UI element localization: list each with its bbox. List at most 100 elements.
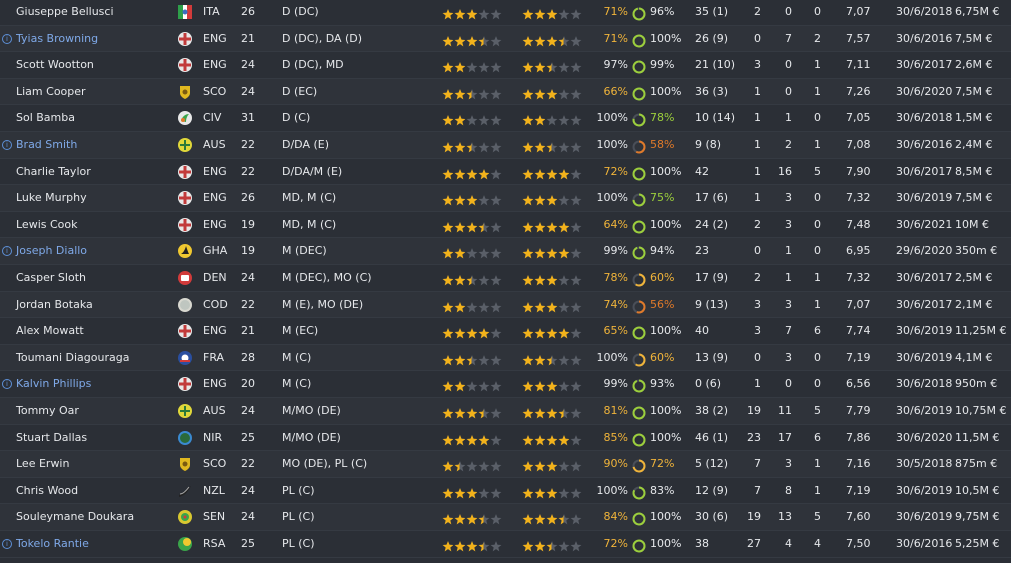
nationality: CIV [203,111,222,125]
player-name[interactable]: Jordan Botaka [16,292,176,318]
player-name[interactable]: Luke Murphy [16,185,176,211]
condition: 81% [603,404,628,417]
position: MO (DE), PL (C) [282,457,368,471]
ability-stars-icon [442,404,512,419]
appearances: 26 (9) [695,31,729,45]
position: PL (C) [282,510,315,524]
player-name[interactable]: Brad Smith [16,132,176,158]
player-name[interactable]: Giuseppe Bellusci [16,0,176,25]
nation-flag-icon [178,377,194,392]
table-row[interactable]: Giuseppe Bellusci ITA 26 D (DC) 71% 96% 35 (1)… [0,0,1011,26]
potential-stars-icon [522,138,592,153]
average-rating: 7,86 [846,430,871,444]
player-of-match: 5 [814,404,821,417]
player-name[interactable]: Souleymane Doukara [16,504,176,530]
position: M (DEC), MO (C) [282,271,372,284]
player-value: 11,25M € [955,324,1007,338]
goals: 7 [754,483,761,497]
assists: 13 [778,510,792,524]
table-row[interactable]: i Kalvin Phillips ENG 20 M (C) 99% 93% 0 (6) 1 0 0… [0,371,1011,398]
condition: 100% [596,483,628,497]
table-row[interactable]: Lewis Cook ENG 19 MD, M (C) 64% 100% 24 (2) 2 3 0… [0,212,1011,239]
loan-info-icon[interactable]: i [2,132,12,158]
table-row[interactable]: i Tyias Browning ENG 21 D (DC), DA (D) 71% 100… [0,25,1011,53]
nationality: FRA [203,350,225,364]
match-sharpness: 72% [650,457,675,471]
match-fitness-ring-icon [632,58,646,74]
match-fitness-ring-icon [632,85,646,101]
assists: 4 [785,537,792,550]
match-fitness-ring-icon [632,351,646,367]
player-name[interactable]: Liam Cooper [16,79,176,105]
age: 24 [241,58,255,72]
ability-stars-icon [442,111,512,126]
table-row[interactable]: Tommy Oar AUS 24 M/MO (DE) 81% 100% 38 (2) 19 11… [0,398,1011,425]
average-rating: 7,05 [846,111,871,125]
table-row[interactable]: Lee Erwin SCO 22 MO (DE), PL (C) 90% 72% 5 (12… [0,451,1011,478]
table-row[interactable]: Luke Murphy ENG 26 MD, M (C) 100% 75% 17 (6) 1 3… [0,185,1011,212]
player-name[interactable]: Chris Wood [16,478,176,504]
player-name[interactable]: Casper Sloth [16,265,176,291]
ability-stars-icon [442,457,512,472]
appearances: 35 (1) [695,5,729,18]
player-value: 2,5M € [955,271,993,284]
loan-info-icon[interactable]: i [2,238,12,264]
player-name[interactable]: Charlie Taylor [16,159,176,185]
nation-flag-icon [178,457,194,472]
loan-info-icon[interactable]: i [2,531,12,557]
table-row[interactable]: Sol Bamba CIV 31 D (C) 100% 78% 10 (14) 1 1 0 7,05… [0,105,1011,132]
table-row[interactable]: Stuart Dallas NIR 25 M/MO (DE) 85% 100% 46 (1)… [0,425,1011,452]
player-name[interactable]: Lee Erwin [16,451,176,477]
table-row[interactable]: Alex Mowatt ENG 21 M (EC) 65% 100% 40 3 7 6 7,74 30… [0,318,1011,345]
player-name[interactable]: Sol Bamba [16,105,176,131]
table-row[interactable]: Charlie Taylor ENG 22 D/DA/M (E) 72% 100% 42 1 1… [0,159,1011,186]
player-name[interactable]: Tyias Browning [16,26,176,52]
average-rating: 7,50 [846,537,871,550]
goals: 2 [754,271,761,284]
condition: 64% [603,217,628,231]
age: 19 [241,244,255,258]
nationality: AUS [203,404,226,417]
table-row[interactable]: Liam Cooper SCO 24 D (EC) 66% 100% 36 (3) 1 0 1 7,… [0,78,1011,106]
player-value: 950m € [955,377,998,391]
player-name[interactable]: Alex Mowatt [16,318,176,344]
nation-flag-icon [178,510,194,525]
average-rating: 7,07 [846,297,871,311]
match-sharpness: 58% [650,138,675,151]
player-name[interactable]: Toumani Diagouraga [16,345,176,371]
player-name[interactable]: Tokelo Rantie [16,531,176,557]
position: M/MO (DE) [282,404,341,417]
age: 21 [241,324,255,338]
table-row[interactable]: Scott Wootton ENG 24 D (DC), MD 97% 99% 21 (10… [0,52,1011,79]
nation-flag-icon [178,5,194,19]
loan-info-icon[interactable]: i [2,371,12,397]
table-row[interactable]: Souleymane Doukara SEN 24 PL (C) 84% 100% 30 (… [0,504,1011,531]
table-row[interactable]: Jordan Botaka COD 22 M (E), MO (DE) 74% 56% 9 … [0,291,1011,319]
ability-stars-icon [442,218,512,233]
match-fitness-ring-icon [632,431,646,447]
table-row[interactable]: i Tokelo Rantie RSA 25 PL (C) 72% 100% 38 27 4 4 7,… [0,531,1011,558]
age: 22 [241,297,255,311]
match-sharpness: 100% [650,430,682,444]
position: D/DA/M (E) [282,164,343,178]
table-row[interactable]: Casper Sloth DEN 24 M (DEC), MO (C) 78% 60% 17… [0,265,1011,292]
player-value: 5,25M € [955,537,1000,550]
player-name[interactable]: Kalvin Phillips [16,371,176,397]
goals: 1 [754,111,761,125]
player-name[interactable]: Joseph Diallo [16,238,176,264]
table-row[interactable]: i Brad Smith AUS 22 D/DA (E) 100% 58% 9 (8) 1 2 1 7… [0,132,1011,159]
age: 19 [241,217,255,231]
average-rating: 6,56 [846,377,871,391]
player-value: 10M € [955,217,989,231]
player-value: 7,5M € [955,191,993,205]
match-fitness-ring-icon [632,165,646,181]
loan-info-icon[interactable]: i [2,26,12,52]
table-row[interactable]: i Joseph Diallo GHA 19 M (DEC) 99% 94% 23 0 1 0 6,9… [0,238,1011,265]
player-of-match: 2 [814,31,821,45]
player-name[interactable]: Scott Wootton [16,52,176,78]
player-name[interactable]: Stuart Dallas [16,425,176,451]
player-name[interactable]: Lewis Cook [16,212,176,238]
table-row[interactable]: Chris Wood NZL 24 PL (C) 100% 83% 12 (9) 7 8 1 7,1… [0,478,1011,505]
table-row[interactable]: Toumani Diagouraga FRA 28 M (C) 100% 60% 13 (9… [0,344,1011,372]
player-name[interactable]: Tommy Oar [16,398,176,424]
